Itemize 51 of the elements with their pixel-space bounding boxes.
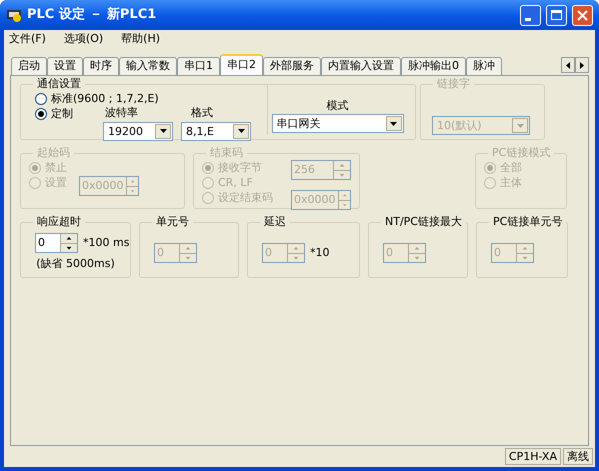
- scroll-right-icon[interactable]: [575, 57, 589, 73]
- menu-item[interactable]: 文件(F): [9, 31, 46, 48]
- spin-field[interactable]: 0: [35, 233, 78, 254]
- minimize-button[interactable]: [520, 4, 541, 26]
- tab[interactable]: 输入常数: [119, 57, 177, 75]
- field-label: 波特率: [104, 105, 138, 121]
- dropdown[interactable]: 8,1,E: [181, 122, 251, 140]
- radio-indicator-icon[interactable]: [35, 108, 47, 120]
- default-note: (缺省 5000ms): [36, 256, 115, 272]
- status-field: 离线: [563, 448, 593, 465]
- field-label: 格式: [190, 105, 213, 121]
- tab[interactable]: 启动: [11, 57, 47, 75]
- close-button[interactable]: [572, 4, 593, 26]
- radio-indicator-icon[interactable]: [35, 92, 47, 104]
- scroll-left-icon[interactable]: [561, 57, 575, 73]
- window-title: PLC 设定 － 新PLC1: [27, 6, 158, 24]
- group-title: 响应超时: [36, 215, 82, 229]
- group-title: 链接字: [436, 77, 471, 91]
- unit-label: *100 ms: [83, 235, 130, 251]
- unit-label: *10: [310, 244, 330, 261]
- group-title: 结束码: [209, 146, 244, 160]
- status-field: CP1H-XA: [504, 448, 561, 465]
- tab-scroll-buttons[interactable]: [561, 57, 589, 73]
- maximize-icon: [551, 10, 562, 20]
- tab[interactable]: 时序: [83, 57, 119, 75]
- menu-item[interactable]: 帮助(H): [121, 31, 160, 48]
- group-title: 延迟: [263, 215, 287, 229]
- tab[interactable]: 设置: [47, 57, 83, 75]
- group-title: NT/PC链接最大: [384, 215, 463, 229]
- close-icon: [577, 10, 588, 20]
- tab[interactable]: 串口2: [220, 54, 263, 75]
- tab[interactable]: 脉冲输出0: [401, 57, 466, 75]
- tab[interactable]: 脉冲: [466, 57, 502, 75]
- radio-button[interactable]: 定制: [35, 106, 73, 121]
- minimize-icon: [525, 18, 531, 20]
- menu-item[interactable]: 选项(O): [64, 31, 104, 48]
- group-title: 单元号: [155, 215, 190, 229]
- tab[interactable]: 内置输入设置: [321, 57, 401, 75]
- group-title: PC链接单元号: [492, 215, 564, 229]
- tab[interactable]: 外部服务: [263, 57, 321, 75]
- group-title: 起始码: [36, 146, 71, 160]
- group-title: 通信设置: [36, 77, 82, 91]
- dropdown[interactable]: 串口网关: [272, 114, 404, 133]
- tab[interactable]: 串口1: [177, 57, 220, 75]
- maximize-button[interactable]: [546, 4, 567, 26]
- app-icon: [6, 7, 22, 23]
- radio-button[interactable]: 标准(9600 ; 1,7,2,E): [35, 91, 159, 106]
- spin-arrows-icon[interactable]: [60, 234, 77, 252]
- dropdown[interactable]: 19200: [103, 122, 173, 140]
- group-title: PC链接模式: [491, 146, 552, 160]
- field-label: 模式: [326, 98, 348, 114]
